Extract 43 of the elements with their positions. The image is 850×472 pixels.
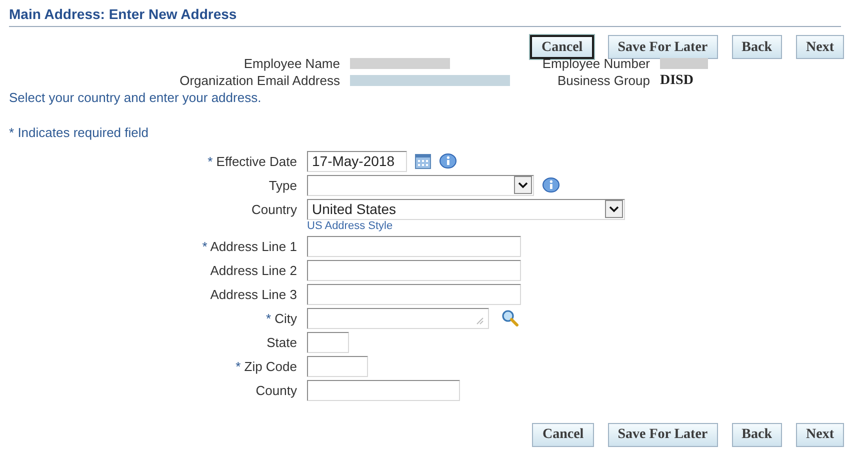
info-label: Business Group (556, 72, 650, 89)
action-button[interactable]: Next (796, 422, 844, 446)
field-label: * Address Line 1 (201, 238, 297, 256)
calendar-icon[interactable] (415, 154, 431, 168)
action-button[interactable]: Cancel (532, 422, 594, 446)
action-button[interactable]: Next (796, 35, 844, 59)
info-value: DISD (660, 72, 694, 89)
info-icon[interactable] (542, 177, 560, 193)
field-label: * Zip Code (234, 358, 297, 376)
required-note: * Indicates required field (8, 124, 150, 142)
page-title: Main Address: Enter New Address (9, 5, 238, 24)
field-label: State (266, 334, 297, 352)
action-button[interactable]: Save For Later (608, 422, 718, 446)
action-button[interactable]: Back (732, 35, 782, 59)
resize-grip-icon (476, 316, 484, 324)
address-style-link[interactable]: US Address Style (307, 220, 850, 232)
text-field[interactable] (307, 332, 349, 352)
text-field[interactable] (307, 260, 521, 280)
field-label: County (254, 382, 297, 400)
action-button[interactable]: Cancel (530, 35, 594, 59)
field-label: Type (268, 176, 297, 195)
field-label: Country (250, 200, 297, 219)
text-field[interactable] (307, 380, 460, 400)
date-field[interactable]: 17-May-2018 (307, 150, 407, 172)
field-label: * City (264, 310, 297, 328)
action-button[interactable]: Back (732, 422, 782, 446)
text-field[interactable] (307, 236, 521, 256)
instruction-text: Select your country and enter your address. (8, 89, 262, 106)
info-icon[interactable] (439, 153, 457, 169)
text-field[interactable] (307, 284, 521, 304)
field-label: * Effective Date (206, 152, 297, 170)
caret-icon[interactable] (605, 200, 623, 218)
info-label: Employee Name (242, 55, 340, 72)
text-field[interactable] (307, 356, 368, 376)
city-field[interactable] (307, 308, 489, 328)
action-button[interactable]: Save For Later (608, 35, 718, 59)
dropdown-field[interactable]: United States (307, 198, 625, 220)
dropdown-field[interactable] (307, 174, 534, 196)
search-icon[interactable] (501, 309, 519, 327)
caret-icon[interactable] (514, 176, 532, 194)
info-label: Organization Email Address (178, 72, 340, 89)
field-label: Address Line 2 (209, 262, 297, 280)
field-label: Address Line 3 (209, 286, 297, 304)
